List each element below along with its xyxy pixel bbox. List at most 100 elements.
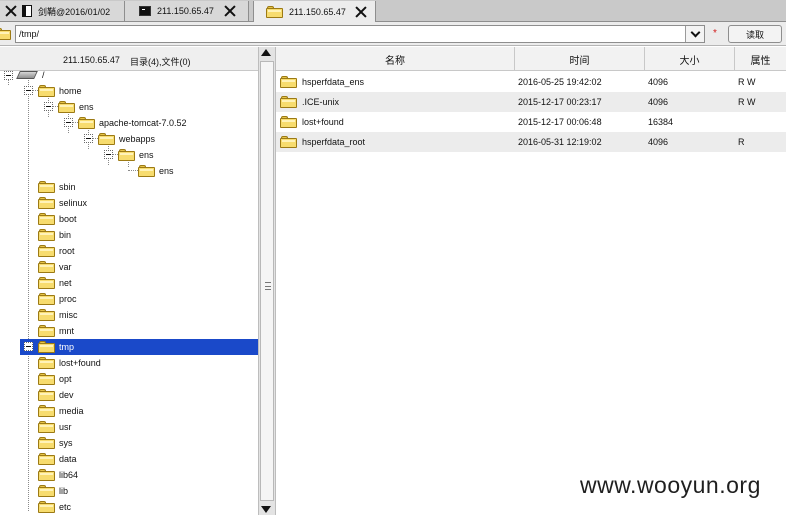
file-attr: R W xyxy=(738,97,756,107)
close-tab-icon[interactable] xyxy=(224,5,236,17)
tree-item-lib[interactable]: lib xyxy=(38,483,68,499)
modified-marker: * xyxy=(713,28,717,39)
folder-icon xyxy=(38,213,55,225)
column-size-header[interactable]: 大小 xyxy=(645,47,735,71)
close-tab-icon[interactable] xyxy=(355,6,367,18)
tree-item-label: sbin xyxy=(59,182,76,192)
tree-item-label: misc xyxy=(59,310,78,320)
file-size: 4096 xyxy=(648,97,669,107)
tab-terminal[interactable]: 211.150.65.47 xyxy=(125,1,249,21)
file-attr: R xyxy=(738,137,745,147)
address-bar: * 读取 xyxy=(0,22,786,46)
collapse-toggle-icon[interactable] xyxy=(44,102,53,111)
path-input[interactable] xyxy=(15,25,705,43)
file-name: hsperfdata_root xyxy=(302,137,366,147)
collapse-toggle-icon[interactable] xyxy=(64,118,73,127)
folder-icon xyxy=(38,277,55,289)
collapse-toggle-icon[interactable] xyxy=(24,342,33,351)
collapse-toggle-icon[interactable] xyxy=(24,86,33,95)
tree-item-lib64[interactable]: lib64 xyxy=(38,467,78,483)
tree-item-apache-tomcat[interactable]: apache-tomcat-7.0.52 xyxy=(78,115,187,131)
folder-icon xyxy=(58,101,75,113)
file-row[interactable]: hsperfdata_ens 2016-05-25 19:42:02 4096 … xyxy=(276,72,786,92)
file-list-pane: 名称 时间 大小 属性 hsperfdata_ens 2016-05-25 19… xyxy=(276,47,786,515)
tree-item-label: proc xyxy=(59,294,77,304)
tab-title: 211.150.65.47 xyxy=(289,6,346,17)
folder-icon xyxy=(0,28,11,40)
file-row[interactable]: .ICE-unix 2015-12-17 00:23:17 4096 R W xyxy=(276,92,786,112)
tree-item-webapps-ens[interactable]: ens xyxy=(118,147,154,163)
tree-item-label: net xyxy=(59,278,72,288)
folder-icon xyxy=(38,229,55,241)
tree-item-webapps[interactable]: webapps xyxy=(98,131,155,147)
tree-item-lost-found[interactable]: lost+found xyxy=(38,355,101,371)
column-attr-header[interactable]: 属性 xyxy=(735,47,786,71)
tree-item-label: media xyxy=(59,406,84,416)
tree-item-label: bin xyxy=(59,230,72,240)
path-dropdown-button[interactable] xyxy=(685,26,704,42)
tree-item-opt[interactable]: opt xyxy=(38,371,72,387)
tree-item-boot[interactable]: boot xyxy=(38,211,77,227)
tree-item-label: sys xyxy=(59,438,73,448)
collapse-toggle-icon[interactable] xyxy=(104,150,113,159)
tree-item-media[interactable]: media xyxy=(38,403,84,419)
folder-icon xyxy=(280,96,297,108)
tree-item-ens[interactable]: ens xyxy=(58,99,94,115)
scroll-thumb[interactable] xyxy=(260,61,274,501)
tree-item-net[interactable]: net xyxy=(38,275,72,291)
grip-icon xyxy=(265,282,271,290)
tab-session[interactable]: 剑鞘@2016/01/02 xyxy=(0,1,125,21)
tree-item-label: webapps xyxy=(119,134,156,144)
tree-item-home[interactable]: home xyxy=(38,83,82,99)
folder-icon xyxy=(38,501,55,513)
file-time: 2015-12-17 00:23:17 xyxy=(518,97,602,107)
folder-icon xyxy=(38,389,55,401)
tree-item-label: usr xyxy=(59,422,72,432)
drive-icon xyxy=(16,71,38,79)
folder-icon xyxy=(38,293,55,305)
folder-icon xyxy=(38,453,55,465)
scroll-up-icon[interactable] xyxy=(261,49,271,56)
tree-scrollbar[interactable] xyxy=(258,47,276,515)
tree-item-var[interactable]: var xyxy=(38,259,72,275)
column-time-header[interactable]: 时间 xyxy=(515,47,645,71)
tree-item-dev[interactable]: dev xyxy=(38,387,74,403)
folder-icon xyxy=(78,117,95,129)
close-tab-icon[interactable] xyxy=(5,5,17,17)
tree-item-label: apache-tomcat-7.0.52 xyxy=(99,118,187,128)
tree-item-label: boot xyxy=(59,214,77,224)
window-icon xyxy=(22,5,32,17)
folder-icon xyxy=(280,76,297,88)
tree-item-tmp[interactable]: tmp xyxy=(20,339,258,355)
folder-icon xyxy=(38,181,55,193)
file-name: hsperfdata_ens xyxy=(302,77,365,87)
file-row[interactable]: lost+found 2015-12-17 00:06:48 16384 xyxy=(276,112,786,132)
column-name-header[interactable]: 名称 xyxy=(276,47,515,71)
tree-item-root[interactable]: / xyxy=(16,67,45,83)
tree-item-mnt[interactable]: mnt xyxy=(38,323,74,339)
tree-item-sys[interactable]: sys xyxy=(38,435,73,451)
folder-icon xyxy=(38,405,55,417)
read-button[interactable]: 读取 xyxy=(728,25,782,43)
tab-file-manager[interactable]: 211.150.65.47 xyxy=(253,1,376,22)
tree-item-label: ens xyxy=(79,102,94,112)
tree-item-bin[interactable]: bin xyxy=(38,227,71,243)
scroll-down-icon[interactable] xyxy=(261,506,271,513)
tree-item-proc[interactable]: proc xyxy=(38,291,77,307)
tree-item-webapps-ens-ens[interactable]: ens xyxy=(138,163,174,179)
file-row[interactable]: hsperfdata_root 2016-05-31 12:19:02 4096… xyxy=(276,132,786,152)
tree-item-misc[interactable]: misc xyxy=(38,307,78,323)
collapse-toggle-icon[interactable] xyxy=(4,71,13,80)
tree-item-root-dir[interactable]: root xyxy=(38,243,75,259)
tree-item-sbin[interactable]: sbin xyxy=(38,179,76,195)
folder-icon xyxy=(280,116,297,128)
tree-item-label: selinux xyxy=(59,198,88,208)
terminal-icon xyxy=(139,6,151,16)
tree-item-selinux[interactable]: selinux xyxy=(38,195,87,211)
tree-item-label: lib xyxy=(59,486,69,496)
tree-item-label: var xyxy=(59,262,72,272)
collapse-toggle-icon[interactable] xyxy=(84,134,93,143)
tree-item-usr[interactable]: usr xyxy=(38,419,72,435)
tree-item-etc[interactable]: etc xyxy=(38,499,71,515)
tree-item-data[interactable]: data xyxy=(38,451,77,467)
